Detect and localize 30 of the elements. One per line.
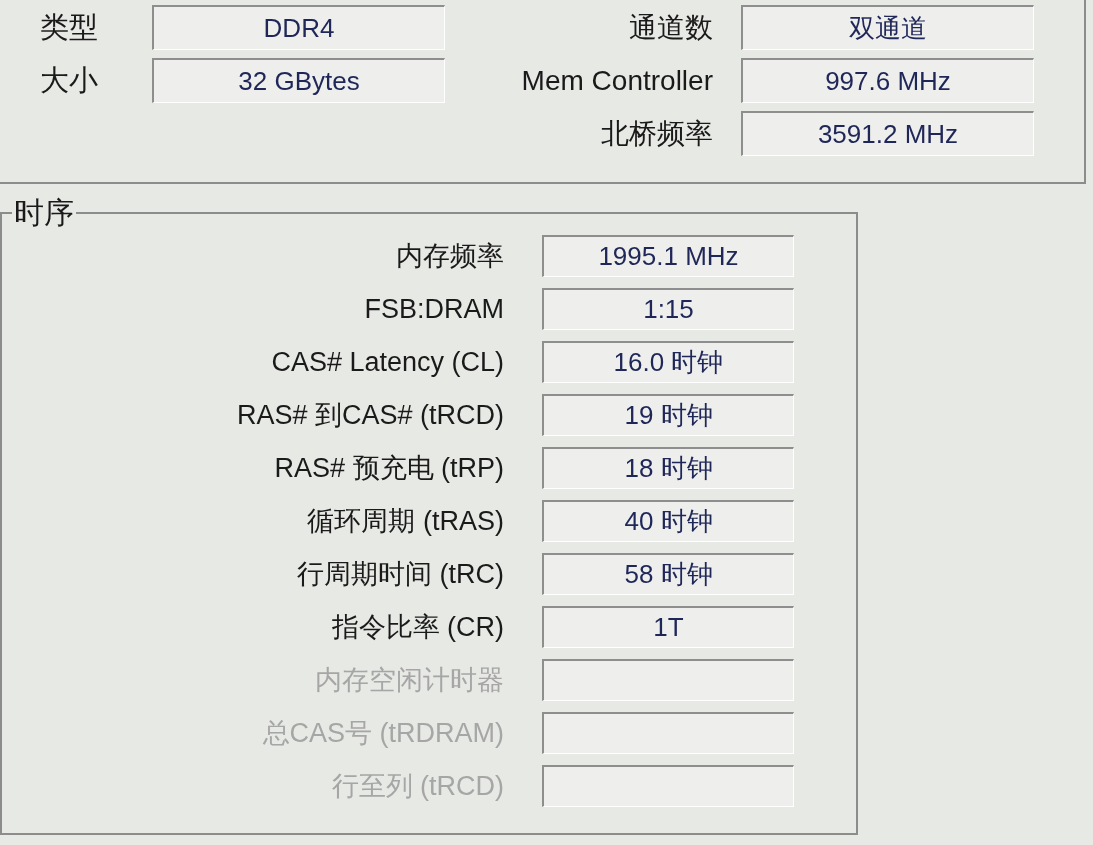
group-title: 时序 [13, 195, 75, 231]
field-label: Mem Controller [521, 66, 713, 95]
timing-label: 内存空闲计时器 [315, 666, 504, 694]
value-field: 3591.2 MHz [741, 111, 1034, 156]
value-field: 32 GBytes [152, 58, 445, 103]
field-label: 类型 [40, 13, 99, 42]
field-label: 大小 [40, 66, 99, 95]
value-field: 16.0 时钟 [542, 341, 794, 383]
timing-label: RAS# 到CAS# (tRCD) [236, 401, 504, 429]
timing-label: FSB:DRAM [364, 295, 504, 323]
field-label: 北桥频率 [601, 119, 713, 148]
timing-label: RAS# 预充电 (tRP) [274, 454, 504, 482]
value-field: 1T [542, 606, 794, 648]
value-field: 19 时钟 [542, 394, 794, 436]
timing-label: 循环周期 (tRAS) [307, 507, 504, 535]
value-field: 40 时钟 [542, 500, 794, 542]
timing-label: 指令比率 (CR) [331, 613, 504, 641]
value-field: 18 时钟 [542, 447, 794, 489]
value-field: 997.6 MHz [741, 58, 1034, 103]
timing-label: 行至列 (tRCD) [331, 772, 504, 800]
field-label: 通道数 [629, 13, 713, 42]
value-field: DDR4 [152, 5, 445, 50]
value-field: 双通道 [741, 5, 1034, 50]
value-field: 1:15 [542, 288, 794, 330]
timing-label: 行周期时间 (tRC) [297, 560, 504, 588]
timing-label: 内存频率 [396, 242, 504, 270]
timing-label: CAS# Latency (CL) [271, 348, 504, 376]
timing-label: 总CAS号 (tRDRAM) [262, 719, 504, 747]
value-field: 1995.1 MHz [542, 235, 794, 277]
value-field: 58 时钟 [542, 553, 794, 595]
